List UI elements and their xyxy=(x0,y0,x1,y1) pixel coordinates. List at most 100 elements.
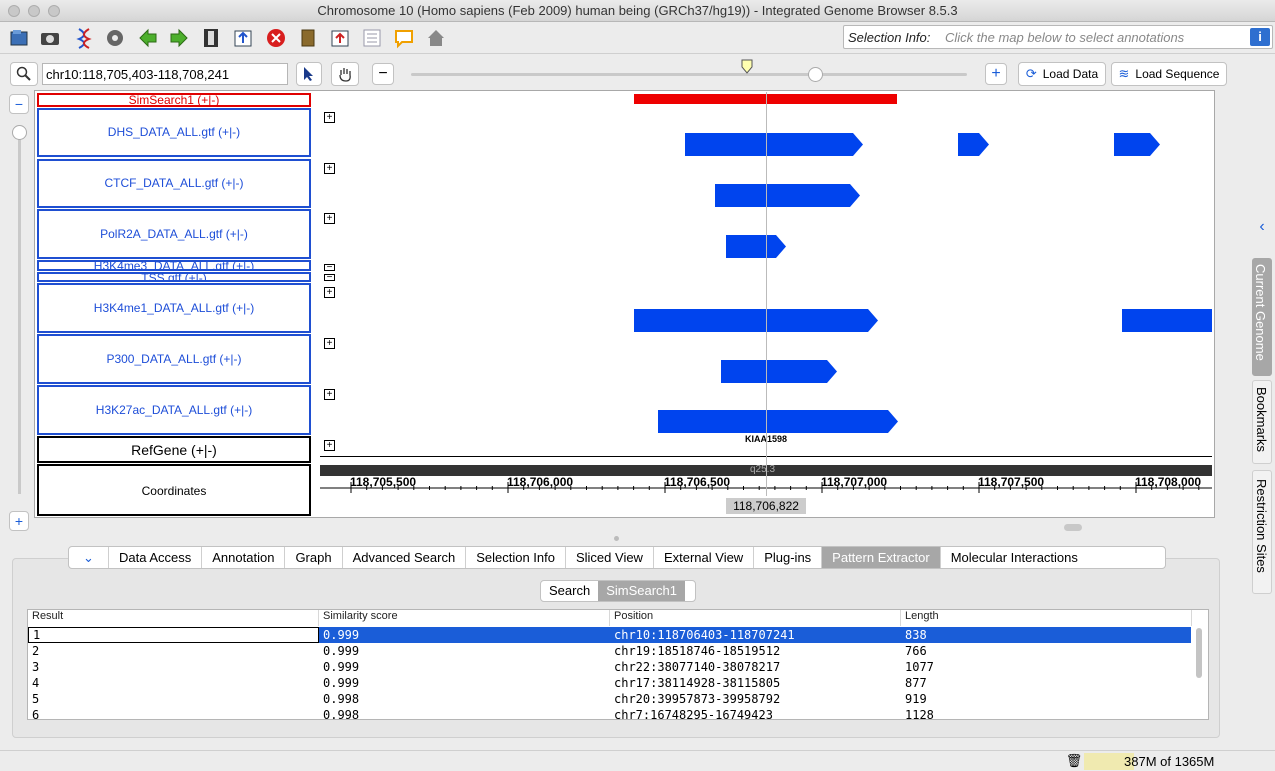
expand-track-icon[interactable]: + xyxy=(324,389,335,400)
table-scrollbar-thumb[interactable] xyxy=(1196,628,1202,678)
dhs-feature[interactable] xyxy=(1114,133,1160,156)
zoom-slider-thumb[interactable] xyxy=(808,67,823,82)
table-cell[interactable]: chr10:118706403-118707241 xyxy=(610,627,795,643)
zoom-out-button[interactable]: − xyxy=(372,63,394,85)
table-cell[interactable]: 3 xyxy=(28,659,39,675)
track-label-tss[interactable]: TSS.gtf (+|-) xyxy=(37,272,311,282)
horizontal-scrollbar-thumb[interactable] xyxy=(1064,524,1082,531)
table-cell[interactable]: 0.999 xyxy=(319,627,359,643)
side-tab-current-genome[interactable]: Current Genome xyxy=(1252,258,1272,376)
column-header-similarity[interactable]: Similarity score xyxy=(319,610,610,626)
table-cell[interactable]: 5 xyxy=(28,691,39,707)
dhs-feature[interactable] xyxy=(685,133,863,156)
expand-track-icon[interactable]: − xyxy=(324,263,335,273)
table-row[interactable]: 4 0.999 chr17:38114928-38115805 877 xyxy=(28,675,1191,691)
expand-track-icon[interactable]: + xyxy=(324,440,335,451)
tab-molecular-interactions[interactable]: Molecular Interactions xyxy=(941,547,1088,568)
table-cell[interactable]: chr22:38077140-38078217 xyxy=(610,659,780,675)
comment-icon[interactable] xyxy=(391,25,417,51)
position-marker-icon[interactable] xyxy=(741,59,753,75)
info-icon[interactable]: i xyxy=(1250,28,1270,46)
tab-external-view[interactable]: External View xyxy=(654,547,755,568)
subtab-search[interactable]: Search xyxy=(541,581,598,601)
expand-track-icon[interactable]: + xyxy=(324,338,335,349)
vertical-zoom-out-button[interactable]: − xyxy=(9,94,29,114)
track-label-h3k4me1[interactable]: H3K4me1_DATA_ALL.gtf (+|-) xyxy=(37,283,311,333)
column-header-result[interactable]: Result xyxy=(28,610,319,626)
location-input[interactable] xyxy=(42,63,288,85)
table-cell[interactable]: 919 xyxy=(901,691,927,707)
table-cell[interactable]: 1 xyxy=(28,627,319,643)
tab-plug-ins[interactable]: Plug-ins xyxy=(754,547,823,568)
table-cell[interactable]: chr7:16748295-16749423 xyxy=(610,707,773,719)
tab-data-access[interactable]: Data Access xyxy=(109,547,203,568)
side-tab-restriction-sites[interactable]: Restriction Sites xyxy=(1252,470,1272,594)
expand-track-icon[interactable]: − xyxy=(324,273,335,283)
table-cell[interactable]: 1128 xyxy=(901,707,934,719)
track-label-ctcf[interactable]: CTCF_DATA_ALL.gtf (+|-) xyxy=(37,159,311,208)
track-label-coordinates[interactable]: Coordinates xyxy=(37,464,311,516)
table-cell[interactable]: 0.999 xyxy=(319,659,359,675)
track-label-h3k4me3[interactable]: H3K4me3_DATA_ALL.gtf (+|-) xyxy=(37,260,311,271)
h3k4me1-feature[interactable] xyxy=(634,309,878,332)
dhs-feature[interactable] xyxy=(958,133,989,156)
zoom-in-button[interactable]: + xyxy=(985,63,1007,85)
splitter-handle[interactable] xyxy=(614,536,619,541)
table-row[interactable]: 5 0.998 chr20:39957873-39958792 919 xyxy=(28,691,1191,707)
table-row[interactable]: 2 0.999 chr19:18518746-18519512 766 xyxy=(28,643,1191,659)
dna-icon[interactable] xyxy=(71,25,97,51)
table-cell[interactable]: 766 xyxy=(901,643,927,659)
table-cell[interactable]: chr20:39957873-39958792 xyxy=(610,691,780,707)
table-cell[interactable]: 1077 xyxy=(901,659,934,675)
search-icon[interactable] xyxy=(10,62,38,86)
track-label-simsearch[interactable]: SimSearch1 (+|-) xyxy=(37,93,311,107)
column-header-length[interactable]: Length xyxy=(901,610,1192,626)
home-icon[interactable] xyxy=(423,25,449,51)
table-cell[interactable]: 4 xyxy=(28,675,39,691)
vertical-zoom-thumb[interactable] xyxy=(12,125,27,140)
tab-advanced-search[interactable]: Advanced Search xyxy=(343,547,467,568)
track-label-h3k27ac[interactable]: H3K27ac_DATA_ALL.gtf (+|-) xyxy=(37,385,311,435)
table-cell[interactable]: 2 xyxy=(28,643,39,659)
hand-drag-icon[interactable] xyxy=(331,62,359,86)
table-cell[interactable]: 0.999 xyxy=(319,643,359,659)
p300-feature[interactable] xyxy=(721,360,837,383)
h3k4me1-feature[interactable] xyxy=(1122,309,1212,332)
forward-arrow-icon[interactable] xyxy=(166,25,192,51)
vertical-zoom-track[interactable] xyxy=(18,130,21,494)
table-cell[interactable]: chr19:18518746-18519512 xyxy=(610,643,780,659)
table-cell[interactable]: 0.999 xyxy=(319,675,359,691)
track-label-polr2a[interactable]: PolR2A_DATA_ALL.gtf (+|-) xyxy=(37,209,311,259)
upload-icon[interactable] xyxy=(327,25,353,51)
track-label-p300[interactable]: P300_DATA_ALL.gtf (+|-) xyxy=(37,334,311,384)
back-arrow-icon[interactable] xyxy=(135,25,161,51)
column-header-position[interactable]: Position xyxy=(610,610,901,626)
table-cell[interactable]: 877 xyxy=(901,675,927,691)
track-label-dhs[interactable]: DHS_DATA_ALL.gtf (+|-) xyxy=(37,108,311,157)
tab-annotation[interactable]: Annotation xyxy=(202,547,286,568)
tab-graph[interactable]: Graph xyxy=(285,547,343,568)
book-icon[interactable] xyxy=(295,25,321,51)
select-arrow-icon[interactable] xyxy=(296,62,322,86)
expand-track-icon[interactable]: + xyxy=(324,163,335,174)
track-label-refgene[interactable]: RefGene (+|-) xyxy=(37,436,311,463)
film-icon[interactable] xyxy=(198,25,224,51)
stop-icon[interactable] xyxy=(263,25,289,51)
tab-sliced-view[interactable]: Sliced View xyxy=(566,547,654,568)
export-icon[interactable] xyxy=(230,25,256,51)
table-cell[interactable]: 0.998 xyxy=(319,691,359,707)
gear-icon[interactable] xyxy=(102,25,128,51)
table-cell[interactable]: chr17:38114928-38115805 xyxy=(610,675,780,691)
load-sequence-button[interactable]: ≋ Load Sequence xyxy=(1111,62,1227,86)
subtab-simsearch1[interactable]: SimSearch1 xyxy=(598,581,686,601)
tab-pattern-extractor[interactable]: Pattern Extractor xyxy=(822,547,941,568)
table-cell[interactable]: 6 xyxy=(28,707,39,719)
camera-icon[interactable] xyxy=(37,25,63,51)
polr2a-feature[interactable] xyxy=(726,235,786,258)
vertical-zoom-in-button[interactable]: + xyxy=(9,511,29,531)
zoom-slider-track[interactable] xyxy=(411,73,967,76)
expand-track-icon[interactable]: + xyxy=(324,112,335,123)
table-cell[interactable]: 0.998 xyxy=(319,707,359,719)
expand-track-icon[interactable]: + xyxy=(324,213,335,224)
list-icon[interactable] xyxy=(359,25,385,51)
